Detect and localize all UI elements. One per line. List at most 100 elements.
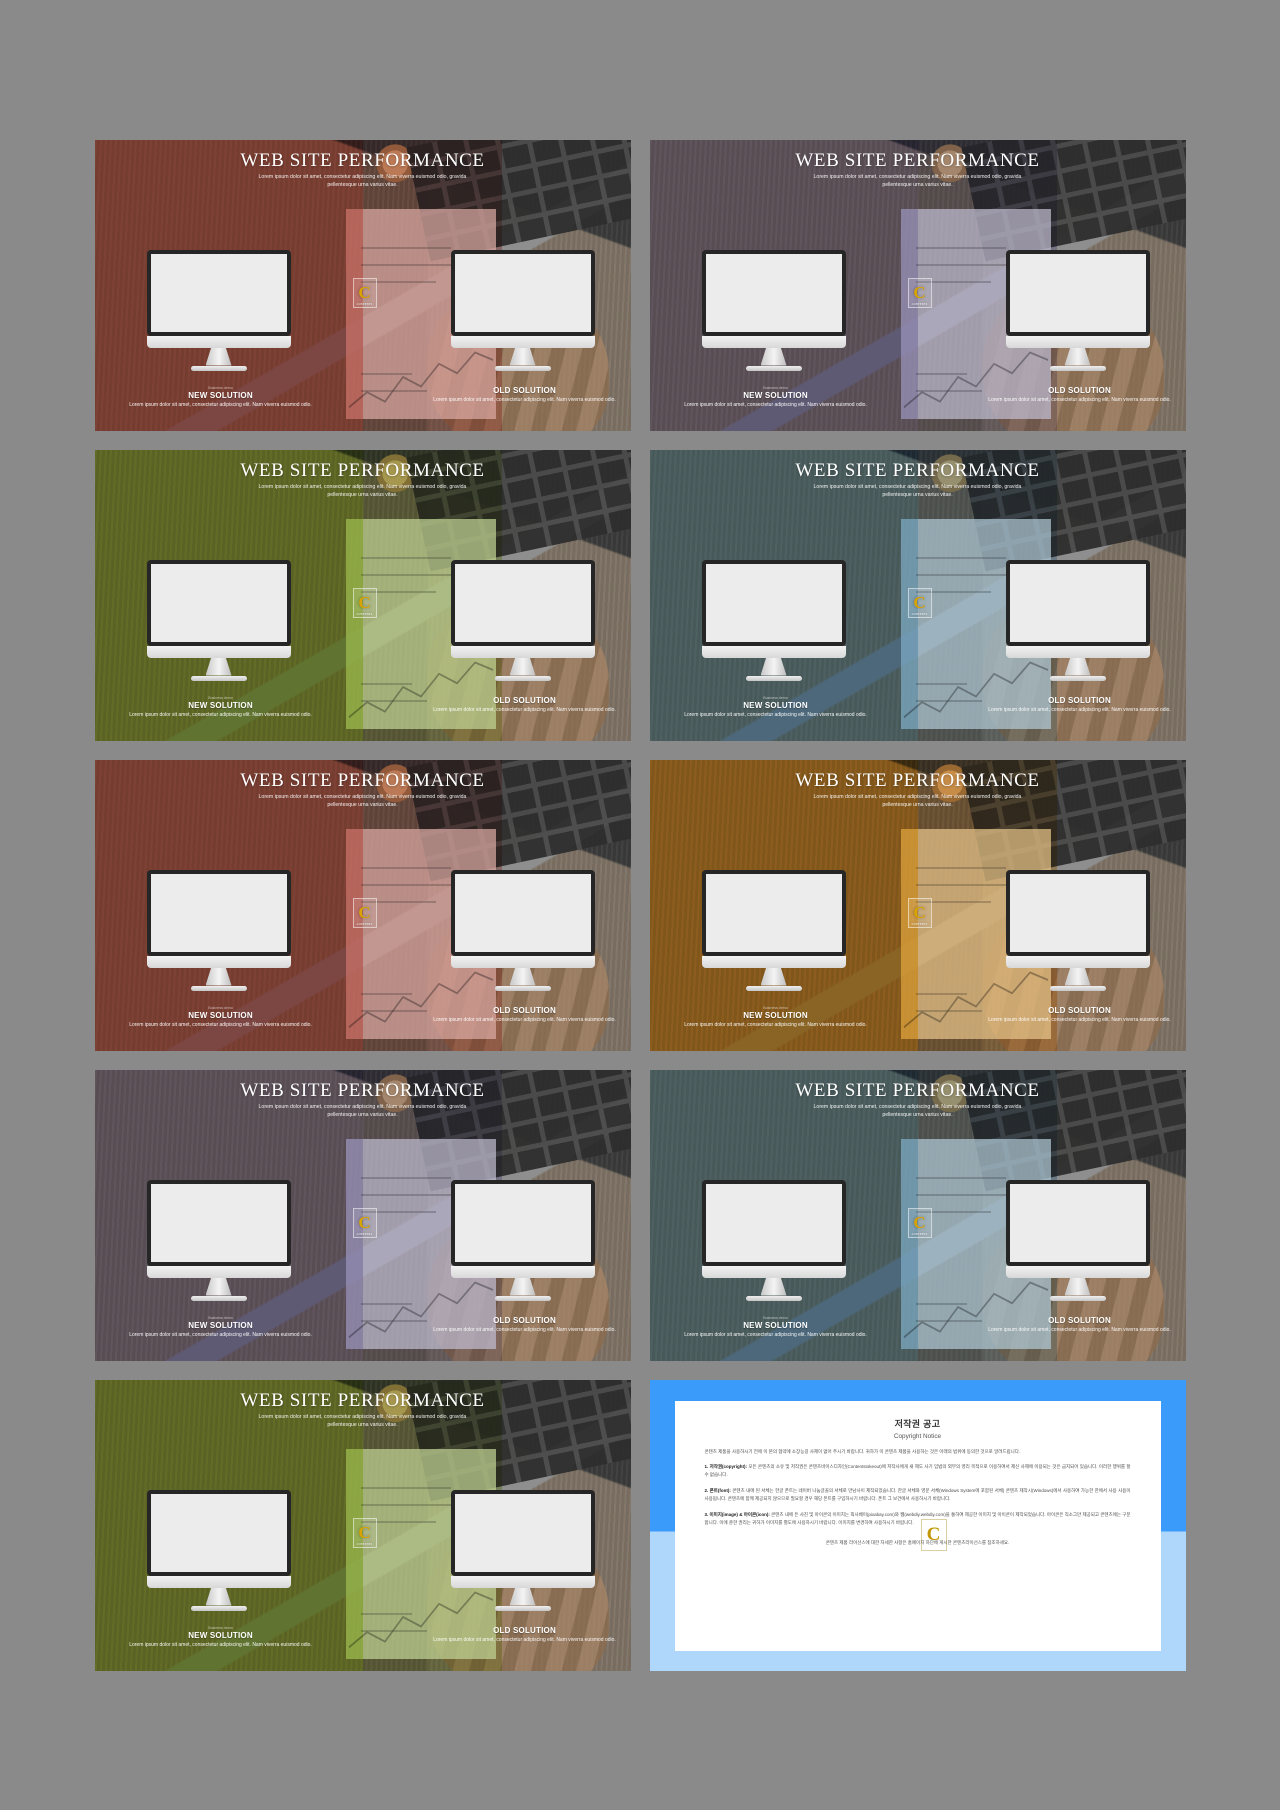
slide-thumbnail-red[interactable]: C CONTENTS WEB SITE PERFORMANCE Lorem ip… <box>94 759 631 1051</box>
copyright-section: 3. 이미지(image) & 아이콘(icon): 콘텐츠 내에 든 사진 및… <box>705 1511 1131 1527</box>
copyright-section: 2. 폰트(font): 콘텐츠 내에 된 서체는 한글 폰트는 네이버 나눔글… <box>705 1487 1131 1503</box>
watermark-letter: C <box>358 902 371 922</box>
caption-heading: NEW SOLUTION <box>743 700 808 710</box>
copyright-title-ko: 저작권 공고 <box>894 1418 941 1429</box>
monitor-mockup-old <box>1005 1179 1150 1301</box>
caption-body: Lorem ipsum dolor sit amet, consectetur … <box>433 396 616 403</box>
watermark-badge: C CONTENTS <box>352 1517 377 1548</box>
caption-mini-label: Business demo <box>208 1005 233 1010</box>
slide-thumbnail-green[interactable]: C CONTENTS WEB SITE PERFORMANCE Lorem ip… <box>94 1379 631 1671</box>
watermark-sub: CONTENTS <box>356 922 373 926</box>
monitor-screen <box>454 563 591 642</box>
watermark-sub: CONTENTS <box>911 1232 928 1236</box>
slide-thumbnail-green[interactable]: C CONTENTS WEB SITE PERFORMANCE Lorem ip… <box>94 449 631 741</box>
slide-subtitle: Lorem ipsum dolor sit amet, consectetur … <box>813 793 1022 808</box>
copyright-section-label: 3. 이미지(image) & 아이콘(icon): <box>704 1511 770 1517</box>
caption-heading: NEW SOLUTION <box>743 1010 808 1020</box>
copyright-notice-slide[interactable]: 저작권 공고 Copyright Notice 콘텐츠 제품을 사용하시기 전에… <box>649 1379 1186 1671</box>
slide-subtitle: Lorem ipsum dolor sit amet, consectetur … <box>813 483 1022 498</box>
caption-mini-label: Business demo <box>763 385 788 390</box>
watermark-badge: C CONTENTS <box>907 277 932 308</box>
monitor-screen <box>705 1183 842 1262</box>
monitor-mockup-old <box>1005 249 1150 371</box>
caption-body: Lorem ipsum dolor sit amet, consectetur … <box>684 401 867 408</box>
caption-mini-label: Business demo <box>208 1315 233 1320</box>
caption-body: Lorem ipsum dolor sit amet, consectetur … <box>129 1641 312 1648</box>
caption-new-solution: Business demo NEW SOLUTION Lorem ipsum d… <box>668 386 884 410</box>
monitor-screen <box>150 253 287 332</box>
copyright-section: 1. 저작권(copyright): 모든 콘텐츠의 소유 및 저작권은 콘텐츠… <box>705 1463 1131 1479</box>
caption-body: Lorem ipsum dolor sit amet, consectetur … <box>433 1326 616 1333</box>
watermark-sub: CONTENTS <box>356 1542 373 1546</box>
watermark-letter: C <box>358 1522 371 1542</box>
slide-title: WEB SITE PERFORMANCE <box>795 459 1040 481</box>
monitor-mockup-old <box>450 1489 595 1611</box>
caption-body: Lorem ipsum dolor sit amet, consectetur … <box>433 1636 616 1643</box>
monitor-mockup-old <box>450 559 595 681</box>
caption-old-solution: OLD SOLUTION Lorem ipsum dolor sit amet,… <box>972 1316 1186 1335</box>
caption-new-solution: Business demo NEW SOLUTION Lorem ipsum d… <box>113 1006 329 1030</box>
caption-old-solution: OLD SOLUTION Lorem ipsum dolor sit amet,… <box>972 696 1186 715</box>
slide-thumbnail-blue[interactable]: C CONTENTS WEB SITE PERFORMANCE Lorem ip… <box>649 449 1186 741</box>
monitor-screen <box>150 1493 287 1572</box>
monitor-screen <box>1009 873 1146 952</box>
monitor-mockup-new <box>146 869 291 991</box>
caption-heading: NEW SOLUTION <box>188 1320 253 1330</box>
caption-new-solution: Business demo NEW SOLUTION Lorem ipsum d… <box>668 1006 884 1030</box>
watermark-badge: C CONTENTS <box>352 1207 377 1238</box>
caption-old-solution: OLD SOLUTION Lorem ipsum dolor sit amet,… <box>417 1006 631 1025</box>
monitor-mockup-new <box>701 559 846 681</box>
slide-thumbnail-purple[interactable]: C CONTENTS WEB SITE PERFORMANCE Lorem ip… <box>649 139 1186 431</box>
caption-heading: OLD SOLUTION <box>493 385 556 395</box>
copyright-title-en: Copyright Notice <box>893 1432 942 1440</box>
caption-heading: NEW SOLUTION <box>188 1630 253 1640</box>
monitor-mockup-new <box>146 249 291 371</box>
watermark-badge: C CONTENTS <box>352 587 377 618</box>
caption-new-solution: Business demo NEW SOLUTION Lorem ipsum d… <box>113 1626 329 1650</box>
monitor-mockup-old <box>1005 559 1150 681</box>
caption-heading: NEW SOLUTION <box>743 390 808 400</box>
slide-thumbnail-red[interactable]: C CONTENTS WEB SITE PERFORMANCE Lorem ip… <box>94 139 631 431</box>
watermark-badge: C CONTENTS <box>352 897 377 928</box>
slide-title: WEB SITE PERFORMANCE <box>240 149 485 171</box>
caption-new-solution: Business demo NEW SOLUTION Lorem ipsum d… <box>113 386 329 410</box>
monitor-screen <box>705 873 842 952</box>
caption-body: Lorem ipsum dolor sit amet, consectetur … <box>129 1021 312 1028</box>
watermark-letter: C <box>913 592 926 612</box>
caption-new-solution: Business demo NEW SOLUTION Lorem ipsum d… <box>113 696 329 720</box>
slide-thumbnail-blue[interactable]: C CONTENTS WEB SITE PERFORMANCE Lorem ip… <box>649 1069 1186 1361</box>
monitor-screen <box>454 1493 591 1572</box>
caption-body: Lorem ipsum dolor sit amet, consectetur … <box>129 1331 312 1338</box>
monitor-screen <box>1009 1183 1146 1262</box>
caption-old-solution: OLD SOLUTION Lorem ipsum dolor sit amet,… <box>972 1006 1186 1025</box>
monitor-screen <box>1009 563 1146 642</box>
caption-heading: OLD SOLUTION <box>1048 695 1111 705</box>
watermark-sub: CONTENTS <box>356 1232 373 1236</box>
monitor-mockup-new <box>701 249 846 371</box>
caption-mini-label: Business demo <box>763 1005 788 1010</box>
watermark-sub: CONTENTS <box>911 612 928 616</box>
caption-old-solution: OLD SOLUTION Lorem ipsum dolor sit amet,… <box>972 386 1186 405</box>
caption-heading: OLD SOLUTION <box>1048 1315 1111 1325</box>
caption-body: Lorem ipsum dolor sit amet, consectetur … <box>684 1021 867 1028</box>
caption-new-solution: Business demo NEW SOLUTION Lorem ipsum d… <box>113 1316 329 1340</box>
watermark-letter: C <box>358 592 371 612</box>
caption-mini-label: Business demo <box>763 695 788 700</box>
caption-heading: OLD SOLUTION <box>493 1625 556 1635</box>
slide-thumbnail-purple[interactable]: C CONTENTS WEB SITE PERFORMANCE Lorem ip… <box>94 1069 631 1361</box>
caption-new-solution: Business demo NEW SOLUTION Lorem ipsum d… <box>668 1316 884 1340</box>
slide-title: WEB SITE PERFORMANCE <box>240 1389 485 1411</box>
caption-heading: OLD SOLUTION <box>493 1315 556 1325</box>
copyright-section-label: 2. 폰트(font): <box>704 1488 731 1494</box>
caption-mini-label: Business demo <box>208 385 233 390</box>
watermark-sub: CONTENTS <box>911 922 928 926</box>
caption-mini-label: Business demo <box>763 1315 788 1320</box>
slide-title: WEB SITE PERFORMANCE <box>240 769 485 791</box>
caption-body: Lorem ipsum dolor sit amet, consectetur … <box>433 1016 616 1023</box>
slide-thumbnail-orange[interactable]: C CONTENTS WEB SITE PERFORMANCE Lorem ip… <box>649 759 1186 1051</box>
slide-subtitle: Lorem ipsum dolor sit amet, consectetur … <box>258 1103 467 1118</box>
caption-new-solution: Business demo NEW SOLUTION Lorem ipsum d… <box>668 696 884 720</box>
copyright-section-text: 모든 콘텐츠의 소유 및 저작권은 콘텐츠바이스디자인(Contentstoke… <box>704 1464 1131 1478</box>
caption-heading: OLD SOLUTION <box>1048 1005 1111 1015</box>
monitor-mockup-old <box>450 249 595 371</box>
